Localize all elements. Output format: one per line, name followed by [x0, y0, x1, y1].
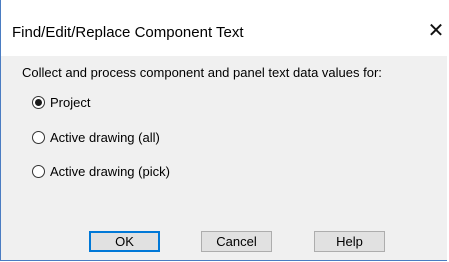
instructions-text: Collect and process component and panel …	[22, 65, 382, 80]
radio-label-project: Project	[50, 94, 91, 110]
cancel-button[interactable]: Cancel	[201, 231, 272, 252]
ok-button[interactable]: OK	[89, 231, 160, 252]
radio-option-project[interactable]: Project	[32, 93, 90, 111]
radio-button-icon[interactable]	[32, 164, 45, 178]
radio-button-icon[interactable]	[32, 130, 45, 144]
find-edit-replace-dialog: Find/Edit/Replace Component Text ✕ Colle…	[0, 0, 447, 261]
dialog-content: Collect and process component and panel …	[1, 56, 447, 260]
title-bar[interactable]: Find/Edit/Replace Component Text ✕	[1, 0, 447, 56]
radio-label-active-drawing-all: Active drawing (all)	[50, 129, 160, 145]
radio-option-active-drawing-all[interactable]: Active drawing (all)	[32, 128, 160, 146]
radio-option-active-drawing-pick[interactable]: Active drawing (pick)	[32, 162, 170, 180]
dialog-title: Find/Edit/Replace Component Text	[12, 24, 244, 41]
help-button[interactable]: Help	[314, 231, 385, 252]
radio-label-active-drawing-pick: Active drawing (pick)	[50, 163, 170, 179]
close-icon[interactable]: ✕	[425, 19, 447, 43]
radio-button-selected-icon[interactable]	[32, 95, 45, 109]
